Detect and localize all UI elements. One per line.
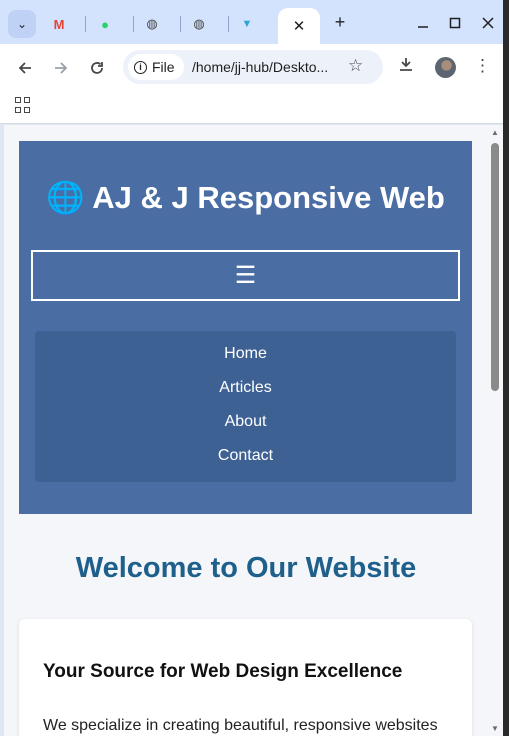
maximize-button[interactable]: [444, 12, 466, 34]
reload-button[interactable]: [85, 56, 109, 80]
scroll-up-arrow-icon[interactable]: ▲: [491, 128, 499, 137]
star-icon: ☆: [348, 56, 364, 75]
back-arrow-icon: [18, 62, 31, 74]
nav-link-about[interactable]: About: [35, 413, 456, 431]
page-viewport: 🌐 AJ & J Responsive Web ☰ Home Articles …: [4, 125, 488, 736]
tab-separator: [228, 16, 229, 32]
bookmarks-bar: [0, 90, 503, 124]
tab-gmail[interactable]: M: [49, 14, 69, 34]
whatsapp-icon: ●: [101, 16, 109, 32]
tab-app[interactable]: ▼: [237, 14, 257, 34]
apps-grid-icon[interactable]: [15, 97, 31, 113]
gmail-icon: M: [53, 16, 65, 32]
bookmark-star-button[interactable]: ☆: [348, 56, 363, 76]
menu-toggle-button[interactable]: ☰: [31, 250, 460, 301]
back-button[interactable]: [13, 56, 37, 80]
nav-link-home[interactable]: Home: [35, 345, 456, 363]
site-title: 🌐 AJ & J Responsive Web: [19, 179, 472, 216]
plus-icon: +: [334, 11, 346, 32]
app-icon: ▼: [241, 18, 253, 30]
tab-separator: [85, 16, 86, 32]
download-icon: [400, 58, 412, 71]
minimize-icon: [418, 26, 428, 28]
downloads-button[interactable]: [398, 56, 414, 77]
card-title: Your Source for Web Design Excellence: [43, 661, 403, 682]
forward-arrow-icon: [55, 62, 68, 74]
tab-search-button[interactable]: ⌄: [8, 10, 36, 38]
tab-globe-2[interactable]: ◍: [189, 14, 209, 34]
globe-icon: 🌐: [46, 180, 85, 215]
site-title-text: AJ & J Responsive Web: [92, 180, 445, 215]
tab-strip: ⌄ M ● ◍ ◍ ▼ ✕ +: [0, 0, 503, 44]
reload-icon: [91, 62, 103, 74]
minimize-button[interactable]: [412, 12, 434, 34]
intro-card: Your Source for Web Design Excellence We…: [19, 619, 472, 736]
more-vert-icon: ⋮: [474, 56, 491, 75]
active-tab[interactable]: ✕: [278, 8, 320, 44]
tab-separator: [133, 16, 134, 32]
hamburger-icon: ☰: [234, 262, 257, 289]
nav-link-articles[interactable]: Articles: [35, 379, 456, 397]
globe-icon: ◍: [146, 16, 158, 31]
scrollbar-thumb[interactable]: [491, 143, 499, 391]
tab-globe-1[interactable]: ◍: [142, 14, 162, 34]
welcome-heading: Welcome to Our Website: [75, 552, 417, 584]
browser-window: ⌄ M ● ◍ ◍ ▼ ✕ + i File /home/jj-hub/Desk…: [0, 0, 503, 736]
close-window-button[interactable]: [477, 12, 499, 34]
site-info-chip[interactable]: i File: [128, 54, 184, 80]
card-text: We specialize in creating beautiful, res…: [43, 717, 438, 734]
scroll-down-arrow-icon[interactable]: ▼: [491, 724, 499, 733]
nav-menu: Home Articles About Contact: [35, 331, 456, 482]
nav-link-contact[interactable]: Contact: [35, 447, 456, 465]
desktop-background: [503, 0, 509, 736]
browser-menu-button[interactable]: ⋮: [474, 56, 491, 76]
info-icon: i: [134, 60, 147, 74]
close-icon[interactable]: ✕: [293, 17, 306, 35]
tab-whatsapp[interactable]: ●: [95, 14, 115, 34]
site-header: 🌐 AJ & J Responsive Web ☰ Home Articles …: [19, 141, 472, 514]
chip-label: File: [152, 59, 175, 75]
tab-separator: [180, 16, 181, 32]
close-window-icon: [482, 17, 494, 29]
profile-avatar[interactable]: [435, 57, 456, 78]
maximize-icon: [449, 17, 461, 29]
globe-icon: ◍: [193, 16, 205, 31]
url-text[interactable]: /home/jj-hub/Deskto...: [192, 59, 342, 75]
new-tab-button[interactable]: +: [330, 12, 350, 32]
forward-button[interactable]: [49, 56, 73, 80]
